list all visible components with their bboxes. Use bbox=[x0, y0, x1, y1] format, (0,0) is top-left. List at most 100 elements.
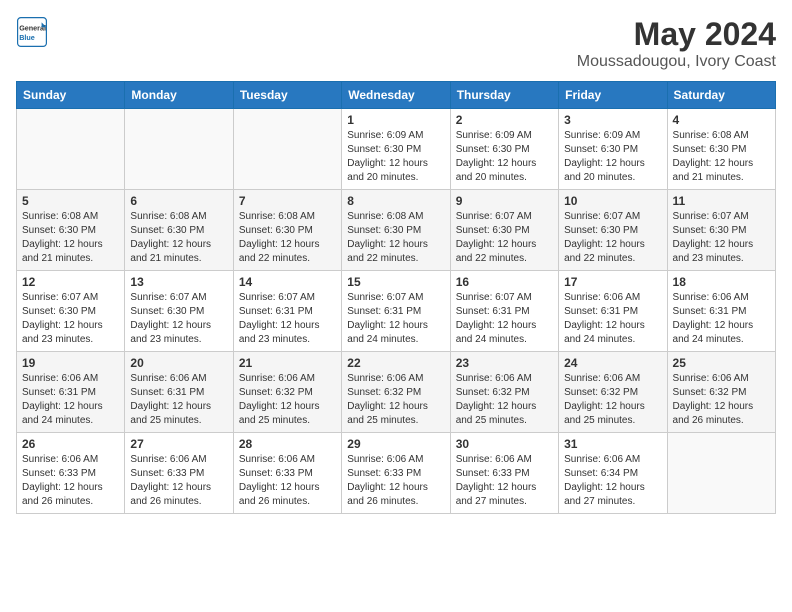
day-number: 26 bbox=[22, 437, 119, 451]
calendar-week-3: 12Sunrise: 6:07 AM Sunset: 6:30 PM Dayli… bbox=[17, 271, 776, 352]
calendar-cell: 11 Sunrise: 6:07 AM Sunset: 6:30 PM Dayli… bbox=[667, 190, 775, 271]
calendar-cell: 9Sunrise: 6:07 AM Sunset: 6:30 PM Daylig… bbox=[450, 190, 558, 271]
calendar-week-4: 19 Sunrise: 6:06 AM Sunset: 6:31 PM Dayli… bbox=[17, 352, 776, 433]
calendar-cell: 30Sunrise: 6:06 AM Sunset: 6:33 PM Dayli… bbox=[450, 433, 558, 514]
day-info: Sunrise: 6:06 AM Sunset: 6:32 PM Dayligh… bbox=[673, 372, 770, 428]
day-number: 7 bbox=[239, 194, 336, 208]
day-number: 5 bbox=[22, 194, 119, 208]
day-info: Sunrise: 6:06 AM Sunset: 6:34 PM Dayligh… bbox=[564, 453, 661, 509]
svg-text:Blue: Blue bbox=[19, 33, 35, 42]
day-info: Sunrise: 6:07 AM Sunset: 6:30 PM Dayligh… bbox=[456, 210, 553, 266]
calendar-cell: 19 Sunrise: 6:06 AM Sunset: 6:31 PM Dayli… bbox=[17, 352, 125, 433]
weekday-header-thursday: Thursday bbox=[450, 82, 558, 109]
day-info: Sunrise: 6:06 AM Sunset: 6:33 PM Dayligh… bbox=[239, 453, 336, 509]
calendar-cell: 16 Sunrise: 6:07 AM Sunset: 6:31 PM Dayli… bbox=[450, 271, 558, 352]
day-number: 29 bbox=[347, 437, 444, 451]
day-info: Sunrise: 6:08 AM Sunset: 6:30 PM Dayligh… bbox=[22, 210, 119, 266]
weekday-header-friday: Friday bbox=[559, 82, 667, 109]
day-info: Sunrise: 6:07 AM Sunset: 6:31 PM Dayligh… bbox=[347, 291, 444, 347]
calendar-cell bbox=[233, 109, 341, 190]
day-info: Sunrise: 6:09 AM Sunset: 6:30 PM Dayligh… bbox=[347, 129, 444, 185]
day-info: Sunrise: 6:07 AM Sunset: 6:30 PM Dayligh… bbox=[564, 210, 661, 266]
day-number: 4 bbox=[673, 113, 770, 127]
day-info: Sunrise: 6:06 AM Sunset: 6:32 PM Dayligh… bbox=[564, 372, 661, 428]
calendar-cell bbox=[667, 433, 775, 514]
day-number: 27 bbox=[130, 437, 227, 451]
day-info: Sunrise: 6:08 AM Sunset: 6:30 PM Dayligh… bbox=[347, 210, 444, 266]
calendar-cell: 12Sunrise: 6:07 AM Sunset: 6:30 PM Dayli… bbox=[17, 271, 125, 352]
day-number: 6 bbox=[130, 194, 227, 208]
calendar-cell: 22 Sunrise: 6:06 AM Sunset: 6:32 PM Dayli… bbox=[342, 352, 450, 433]
day-info: Sunrise: 6:06 AM Sunset: 6:33 PM Dayligh… bbox=[130, 453, 227, 509]
calendar-cell: 4 Sunrise: 6:08 AM Sunset: 6:30 PM Daylig… bbox=[667, 109, 775, 190]
calendar-cell: 28Sunrise: 6:06 AM Sunset: 6:33 PM Dayli… bbox=[233, 433, 341, 514]
month-year: May 2024 bbox=[577, 16, 776, 53]
day-number: 16 bbox=[456, 275, 553, 289]
location: Moussadougou, Ivory Coast bbox=[577, 53, 776, 71]
day-info: Sunrise: 6:07 AM Sunset: 6:31 PM Dayligh… bbox=[239, 291, 336, 347]
day-number: 12 bbox=[22, 275, 119, 289]
calendar-cell: 5 Sunrise: 6:08 AM Sunset: 6:30 PM Daylig… bbox=[17, 190, 125, 271]
calendar-cell: 24 Sunrise: 6:06 AM Sunset: 6:32 PM Dayli… bbox=[559, 352, 667, 433]
calendar-cell: 26Sunrise: 6:06 AM Sunset: 6:33 PM Dayli… bbox=[17, 433, 125, 514]
calendar-cell: 13Sunrise: 6:07 AM Sunset: 6:30 PM Dayli… bbox=[125, 271, 233, 352]
day-info: Sunrise: 6:08 AM Sunset: 6:30 PM Dayligh… bbox=[239, 210, 336, 266]
day-info: Sunrise: 6:08 AM Sunset: 6:30 PM Dayligh… bbox=[673, 129, 770, 185]
calendar-cell: 10 Sunrise: 6:07 AM Sunset: 6:30 PM Dayli… bbox=[559, 190, 667, 271]
weekday-header-saturday: Saturday bbox=[667, 82, 775, 109]
calendar-week-5: 26 Sunrise: 6:06 AM Sunset: 6:33 PM Dayli… bbox=[17, 433, 776, 514]
calendar-cell: 8 Sunrise: 6:08 AM Sunset: 6:30 PM Daylig… bbox=[342, 190, 450, 271]
title-block: May 2024 Moussadougou, Ivory Coast bbox=[577, 16, 776, 71]
calendar-cell: 21 Sunrise: 6:06 AM Sunset: 6:32 PM Dayli… bbox=[233, 352, 341, 433]
day-number: 22 bbox=[347, 356, 444, 370]
day-number: 30 bbox=[456, 437, 553, 451]
day-number: 15 bbox=[347, 275, 444, 289]
day-number: 2 bbox=[456, 113, 553, 127]
day-info: Sunrise: 6:09 AM Sunset: 6:30 PM Dayligh… bbox=[456, 129, 553, 185]
day-number: 10 bbox=[564, 194, 661, 208]
day-number: 19 bbox=[22, 356, 119, 370]
day-info: Sunrise: 6:09 AM Sunset: 6:30 PM Dayligh… bbox=[564, 129, 661, 185]
calendar-cell: 25 Sunrise: 6:06 AM Sunset: 6:32 PM Dayli… bbox=[667, 352, 775, 433]
weekday-header-row: SundayMondayTuesdayWednesdayThursdayFrid… bbox=[17, 82, 776, 109]
calendar-cell bbox=[17, 109, 125, 190]
day-number: 8 bbox=[347, 194, 444, 208]
day-info: Sunrise: 6:07 AM Sunset: 6:31 PM Dayligh… bbox=[456, 291, 553, 347]
day-info: Sunrise: 6:06 AM Sunset: 6:32 PM Dayligh… bbox=[456, 372, 553, 428]
day-number: 24 bbox=[564, 356, 661, 370]
calendar-cell bbox=[125, 109, 233, 190]
weekday-header-wednesday: Wednesday bbox=[342, 82, 450, 109]
day-info: Sunrise: 6:06 AM Sunset: 6:31 PM Dayligh… bbox=[22, 372, 119, 428]
page-header: General Blue May 2024 Moussadougou, Ivor… bbox=[16, 16, 776, 71]
calendar-cell: 29 Sunrise: 6:06 AM Sunset: 6:33 PM Dayli… bbox=[342, 433, 450, 514]
calendar-cell: 7 Sunrise: 6:08 AM Sunset: 6:30 PM Daylig… bbox=[233, 190, 341, 271]
day-info: Sunrise: 6:06 AM Sunset: 6:32 PM Dayligh… bbox=[239, 372, 336, 428]
calendar-cell: 3 Sunrise: 6:09 AM Sunset: 6:30 PM Daylig… bbox=[559, 109, 667, 190]
day-number: 25 bbox=[673, 356, 770, 370]
day-number: 23 bbox=[456, 356, 553, 370]
calendar-cell: 6 Sunrise: 6:08 AM Sunset: 6:30 PM Daylig… bbox=[125, 190, 233, 271]
calendar-cell: 14 Sunrise: 6:07 AM Sunset: 6:31 PM Dayli… bbox=[233, 271, 341, 352]
calendar-cell: 15 Sunrise: 6:07 AM Sunset: 6:31 PM Dayli… bbox=[342, 271, 450, 352]
calendar-cell: 2 Sunrise: 6:09 AM Sunset: 6:30 PM Daylig… bbox=[450, 109, 558, 190]
logo: General Blue bbox=[16, 16, 48, 48]
day-number: 14 bbox=[239, 275, 336, 289]
day-info: Sunrise: 6:06 AM Sunset: 6:31 PM Dayligh… bbox=[564, 291, 661, 347]
day-info: Sunrise: 6:06 AM Sunset: 6:32 PM Dayligh… bbox=[347, 372, 444, 428]
logo-icon: General Blue bbox=[16, 16, 48, 48]
day-number: 18 bbox=[673, 275, 770, 289]
calendar-table: SundayMondayTuesdayWednesdayThursdayFrid… bbox=[16, 81, 776, 514]
calendar-body: 1Sunrise: 6:09 AM Sunset: 6:30 PM Daylig… bbox=[17, 109, 776, 514]
day-number: 3 bbox=[564, 113, 661, 127]
day-info: Sunrise: 6:07 AM Sunset: 6:30 PM Dayligh… bbox=[673, 210, 770, 266]
day-number: 21 bbox=[239, 356, 336, 370]
calendar-cell: 1Sunrise: 6:09 AM Sunset: 6:30 PM Daylig… bbox=[342, 109, 450, 190]
calendar-cell: 18Sunrise: 6:06 AM Sunset: 6:31 PM Dayli… bbox=[667, 271, 775, 352]
calendar-week-1: 1Sunrise: 6:09 AM Sunset: 6:30 PM Daylig… bbox=[17, 109, 776, 190]
calendar-cell: 31Sunrise: 6:06 AM Sunset: 6:34 PM Dayli… bbox=[559, 433, 667, 514]
day-info: Sunrise: 6:06 AM Sunset: 6:31 PM Dayligh… bbox=[130, 372, 227, 428]
day-number: 17 bbox=[564, 275, 661, 289]
day-info: Sunrise: 6:06 AM Sunset: 6:33 PM Dayligh… bbox=[347, 453, 444, 509]
day-info: Sunrise: 6:08 AM Sunset: 6:30 PM Dayligh… bbox=[130, 210, 227, 266]
day-number: 11 bbox=[673, 194, 770, 208]
